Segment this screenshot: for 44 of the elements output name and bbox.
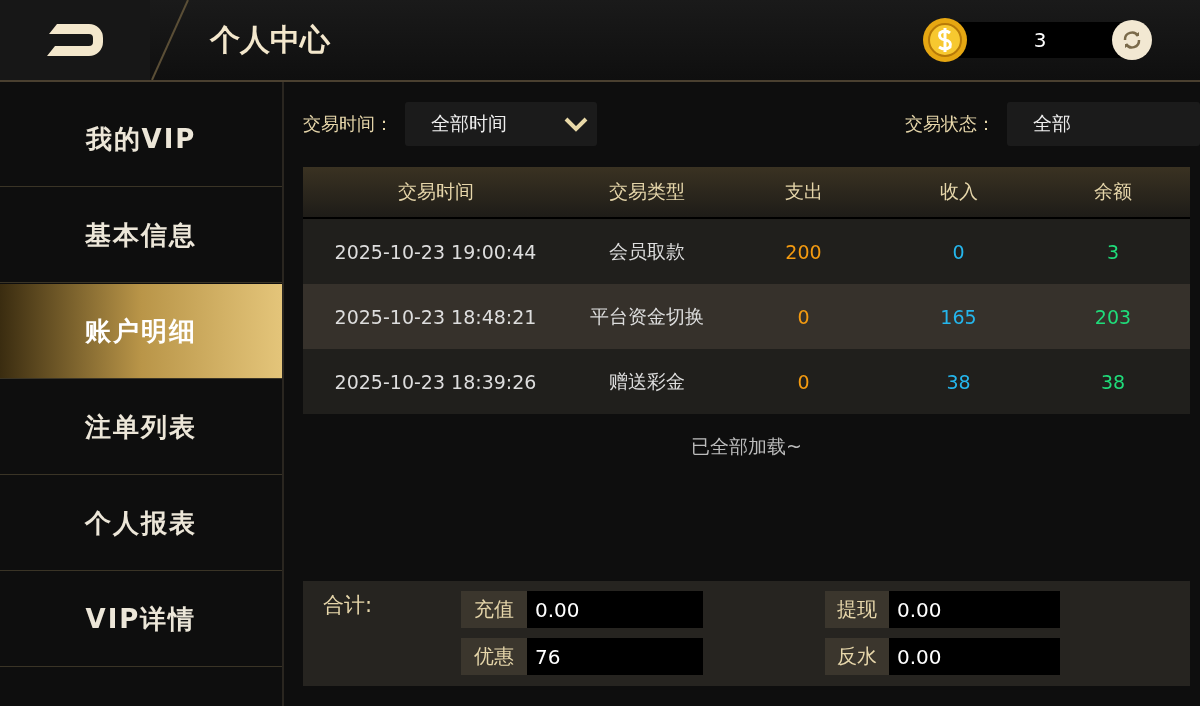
- table-cell-text: 赠送彩金: [608, 368, 686, 394]
- table-cell-text: 2025-10-23 18:48:21: [333, 305, 538, 328]
- sidebar-item[interactable]: 注单列表: [0, 380, 282, 475]
- table-cell-text: 203: [1093, 305, 1133, 328]
- column-header: 收入: [938, 179, 979, 204]
- chevron-icon: [563, 115, 589, 133]
- total-label: 提现: [825, 591, 890, 628]
- total-label: 反水: [825, 638, 890, 675]
- balance-value: 3: [1032, 28, 1048, 52]
- table-cell-text: 200: [784, 240, 823, 263]
- column-header: 交易时间: [396, 179, 475, 204]
- table-cell-text: 会员取款: [608, 238, 686, 264]
- table-cell-text: 38: [1099, 370, 1127, 393]
- table-cell-text: 0: [951, 240, 966, 263]
- total-value: 0.00: [527, 591, 703, 628]
- coin-icon: [922, 17, 968, 63]
- sidebar-item[interactable]: 基本信息: [0, 188, 282, 283]
- table-cell-text: 0: [796, 370, 811, 393]
- time-dropdown[interactable]: 全部时间: [405, 102, 597, 146]
- page-title: 个人中心: [210, 20, 330, 59]
- table-cell-text: 38: [945, 370, 972, 393]
- table-cell-text: 3: [1105, 240, 1121, 263]
- table-cell-text: 2025-10-23 18:39:26: [333, 370, 538, 393]
- status-dropdown[interactable]: 全部: [1007, 102, 1200, 146]
- column-header: 支出: [783, 179, 824, 204]
- table-cell-text: 平台资金切换: [589, 303, 705, 329]
- total-label: 优惠: [461, 638, 527, 675]
- table-cell-text: 2025-10-23 19:00:44: [333, 240, 538, 263]
- column-header: 交易类型: [608, 179, 686, 204]
- filter-label: 交易状态：: [905, 112, 995, 136]
- filter-label: 交易时间：: [303, 112, 393, 136]
- load-status: 已全部加载~: [691, 435, 802, 457]
- refresh-button[interactable]: [1112, 20, 1152, 60]
- total-value: 0.00: [889, 638, 1060, 675]
- sidebar-item[interactable]: VIP详情: [0, 572, 282, 667]
- sidebar-item[interactable]: 我的VIP: [0, 92, 282, 187]
- table-cell-text: 0: [796, 305, 811, 328]
- sidebar-item[interactable]: 个人报表: [0, 476, 282, 571]
- table-cell-text: 165: [939, 305, 978, 328]
- total-value: 0.00: [889, 591, 1060, 628]
- total-value: 76: [527, 638, 703, 675]
- column-header: 余额: [1093, 179, 1133, 204]
- total-label: 充值: [461, 591, 527, 628]
- totals-label: 合计:: [323, 592, 374, 619]
